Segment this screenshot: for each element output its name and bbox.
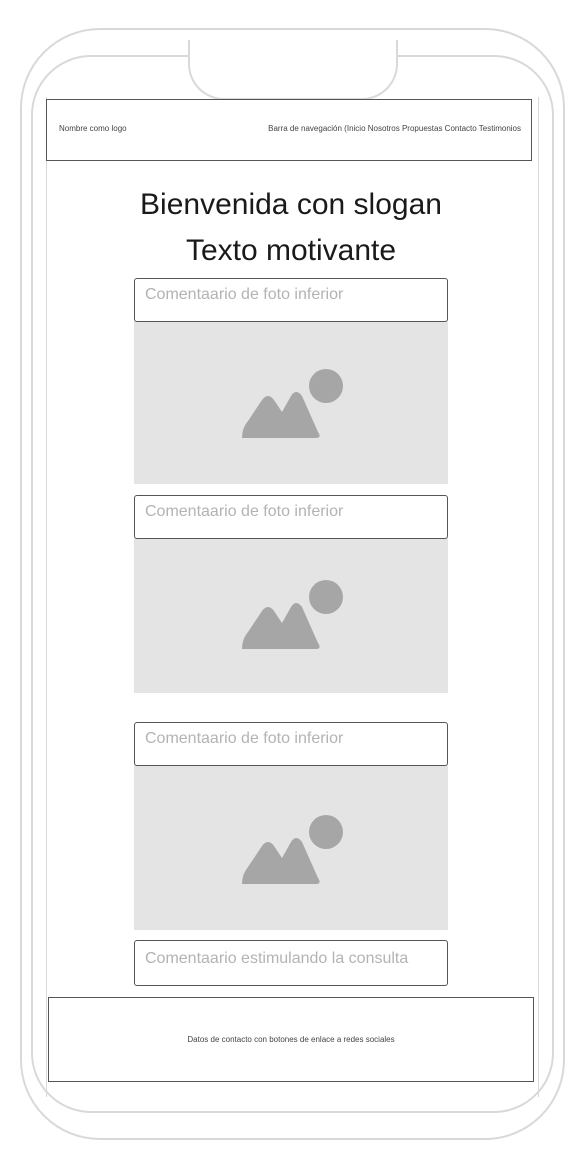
photo-caption-box: Comentaario de foto inferior xyxy=(134,278,448,322)
image-placeholder xyxy=(134,318,448,484)
hero-slogan: Bienvenida con slogan xyxy=(140,188,442,221)
site-header: Nombre como logo Barra de navegación (In… xyxy=(46,99,532,161)
photo-caption-box: Comentaario de foto inferior xyxy=(134,495,448,539)
nav-bar[interactable]: Barra de navegación (Inicio Nosotros Pro… xyxy=(268,124,521,133)
photo-card: Comentaario de foto inferior xyxy=(134,278,448,484)
logo-text[interactable]: Nombre como logo xyxy=(59,124,127,133)
photo-card: Comentaario de foto inferior xyxy=(134,495,448,693)
notch-mask xyxy=(190,30,396,60)
footer-contact-text: Datos de contacto con botones de enlace … xyxy=(187,1035,395,1044)
photo-caption: Comentaario de foto inferior xyxy=(145,730,344,747)
screen-edge-right xyxy=(538,97,539,1097)
photo-caption: Comentaario de foto inferior xyxy=(145,286,344,303)
consult-prompt-text: Comentaario estimulando la consulta xyxy=(145,950,409,967)
image-placeholder-icon xyxy=(242,580,343,649)
photo-caption: Comentaario de foto inferior xyxy=(145,503,344,520)
image-placeholder-icon xyxy=(242,815,343,884)
image-placeholder xyxy=(134,537,448,693)
site-footer: Datos de contacto con botones de enlace … xyxy=(48,997,534,1082)
consult-prompt-box[interactable]: Comentaario estimulando la consulta xyxy=(134,940,448,986)
photo-card: Comentaario de foto inferior xyxy=(134,722,448,930)
photo-caption-box: Comentaario de foto inferior xyxy=(134,722,448,766)
image-placeholder xyxy=(134,764,448,930)
image-placeholder-icon xyxy=(242,369,343,438)
hero-motivational-text: Texto motivante xyxy=(185,234,397,267)
